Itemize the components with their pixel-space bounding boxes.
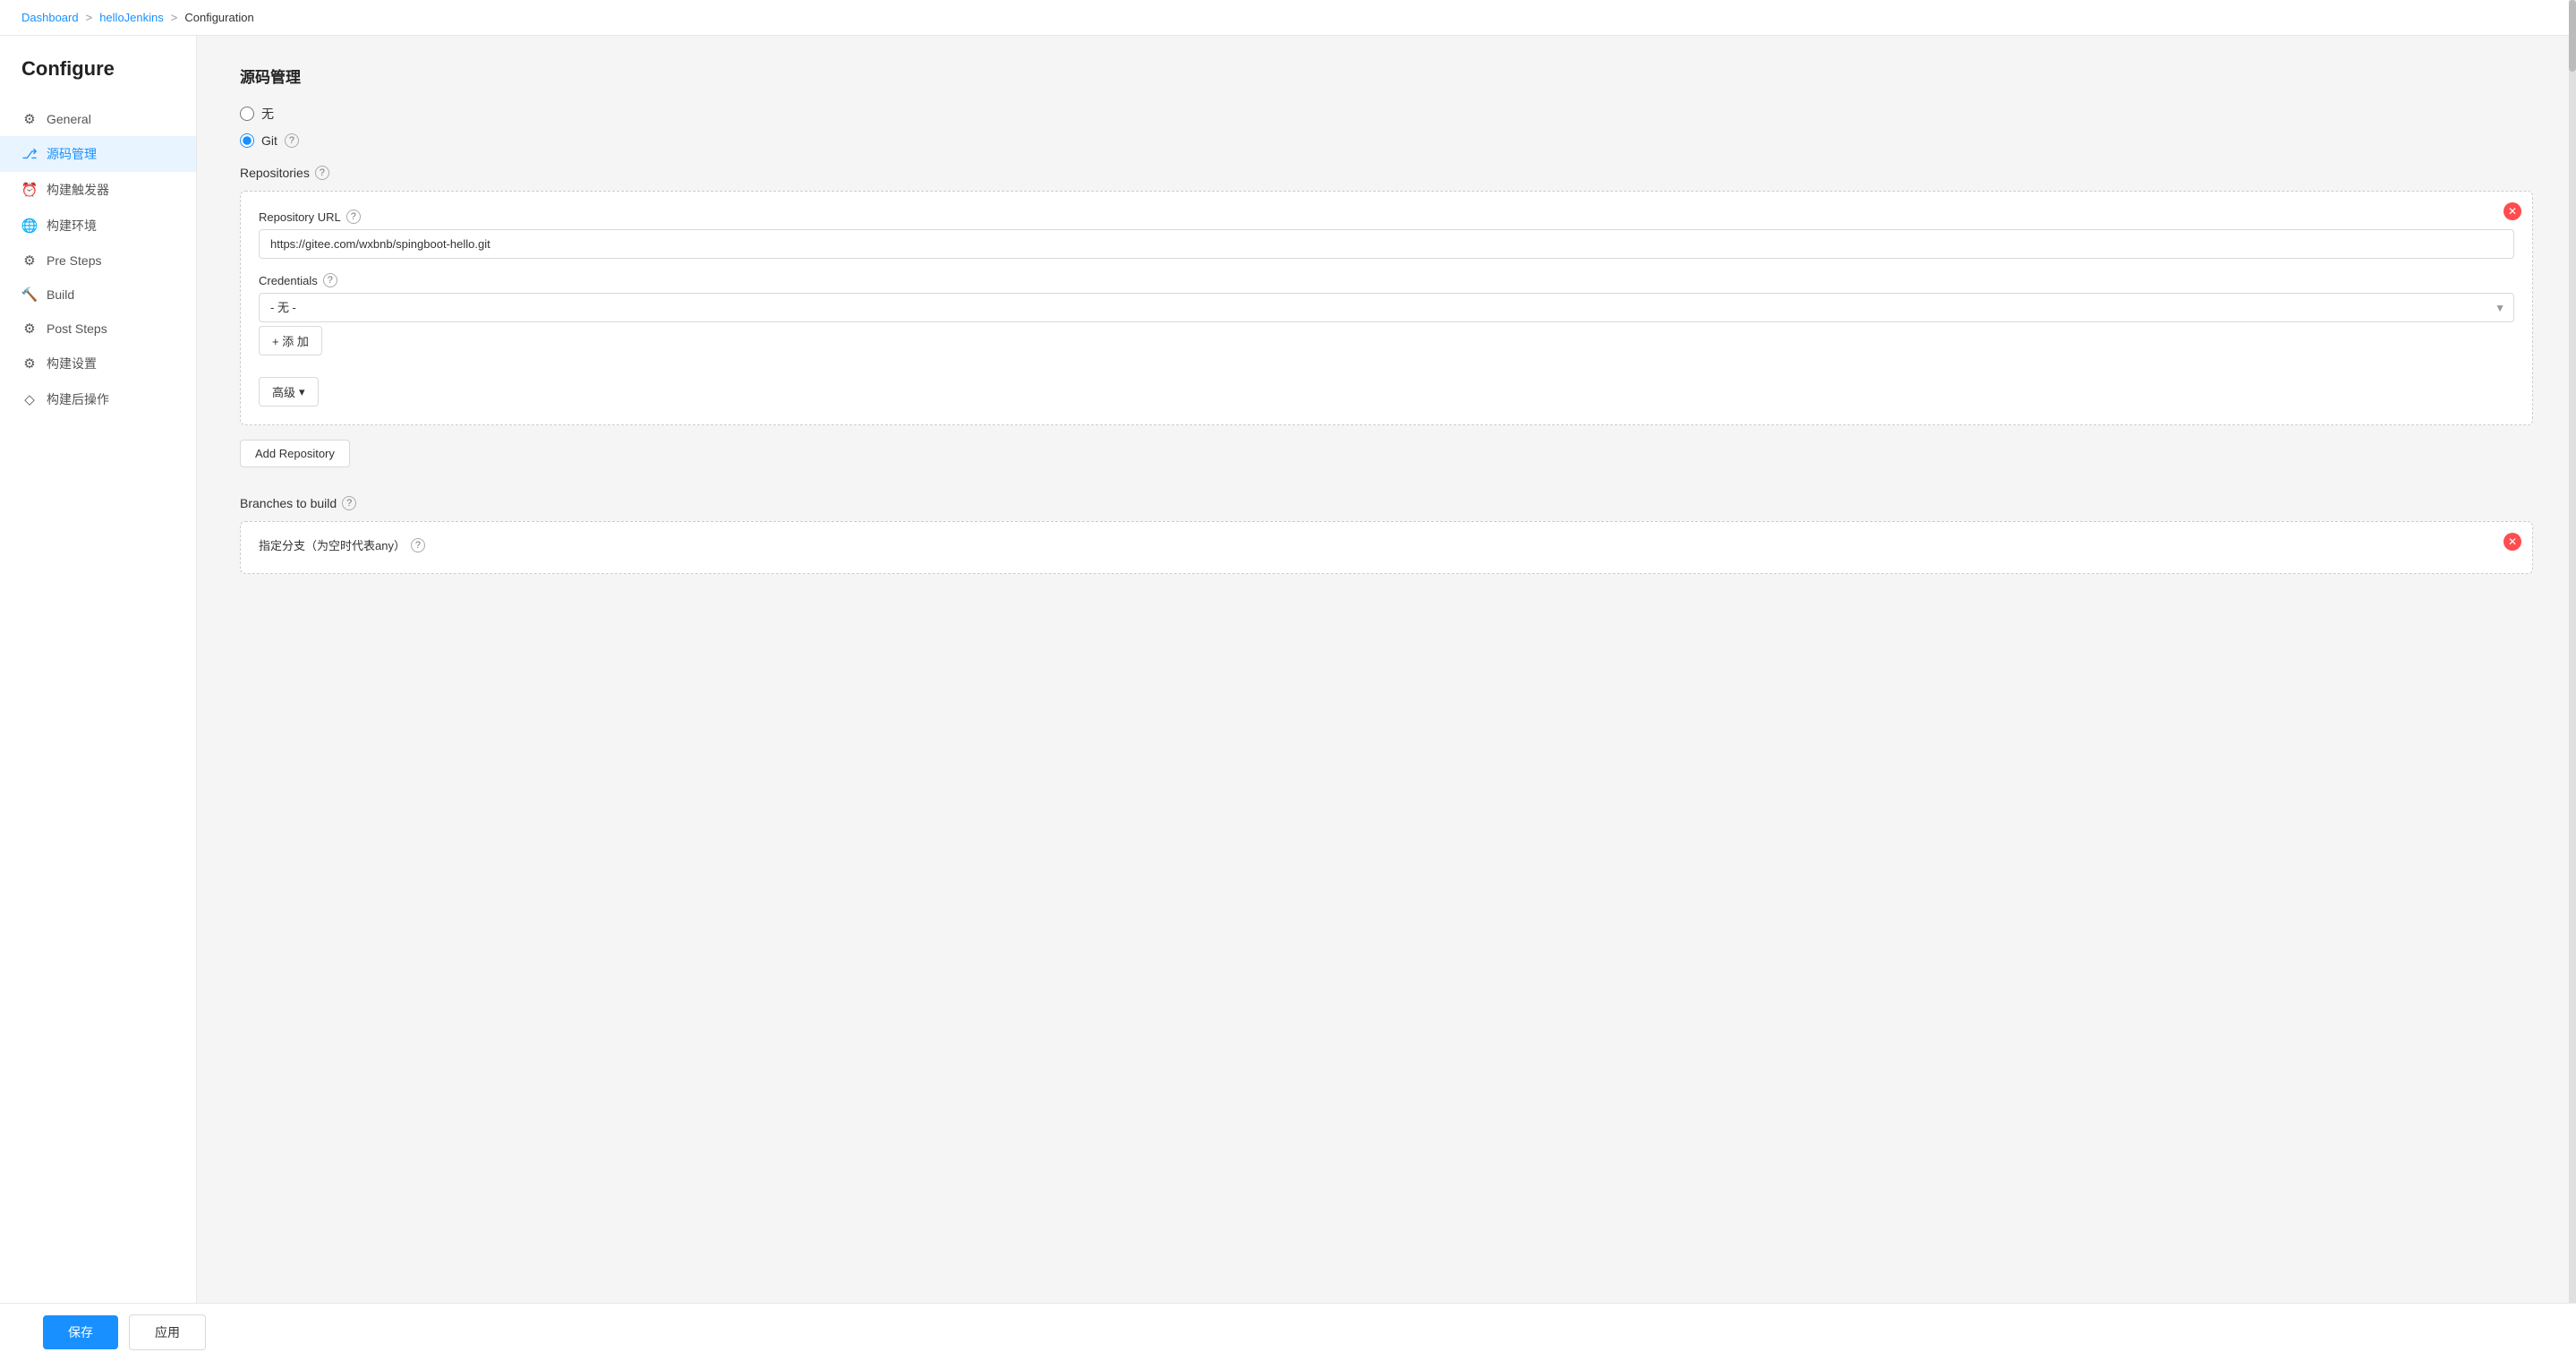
radio-none-label: 无 — [261, 105, 274, 123]
branch-card-close-button[interactable]: ✕ — [2503, 533, 2521, 551]
breadcrumb-project[interactable]: helloJenkins — [99, 11, 164, 24]
sidebar-item-presteps[interactable]: ⚙ Pre Steps — [0, 244, 196, 278]
sidebar-label-poststeps: Post Steps — [47, 321, 107, 336]
credentials-field-group: Credentials ? - 无 - ▼ + 添 加 — [259, 273, 2514, 355]
bottom-bar: 保存 应用 — [0, 1303, 2576, 1361]
radio-option-none[interactable]: 无 — [240, 105, 2533, 123]
repos-help-icon[interactable]: ? — [315, 166, 329, 180]
apply-button[interactable]: 应用 — [129, 1314, 206, 1350]
repositories-label: Repositories ? — [240, 166, 2533, 180]
sidebar-label-postbuild: 构建后操作 — [47, 390, 109, 408]
add-repository-button[interactable]: Add Repository — [240, 440, 350, 467]
repository-url-label: Repository URL ? — [259, 210, 2514, 224]
poststeps-icon: ⚙ — [21, 321, 38, 337]
add-credentials-button[interactable]: + 添 加 — [259, 326, 322, 355]
diamond-icon: ◇ — [21, 391, 38, 407]
repository-url-input[interactable] — [259, 229, 2514, 259]
radio-option-git[interactable]: Git ? — [240, 133, 2533, 148]
sidebar-item-postbuild[interactable]: ◇ 构建后操作 — [0, 381, 196, 417]
breadcrumb-current: Configuration — [184, 11, 253, 24]
repository-card: ✕ Repository URL ? Credentials ? - 无 - — [240, 191, 2533, 425]
branch-card: ✕ 指定分支（为空时代表any） ? — [240, 521, 2533, 574]
repo-card-close-button[interactable]: ✕ — [2503, 202, 2521, 220]
presteps-icon: ⚙ — [21, 253, 38, 269]
clock-icon: ⏰ — [21, 182, 38, 198]
main-content: 源码管理 无 Git ? Repositories ? ✕ Repos — [197, 36, 2576, 1357]
sidebar-item-scm[interactable]: ⎇ 源码管理 — [0, 136, 196, 172]
sidebar-item-env[interactable]: 🌐 构建环境 — [0, 208, 196, 244]
branches-help-icon[interactable]: ? — [342, 496, 356, 510]
sidebar-item-general[interactable]: ⚙ General — [0, 102, 196, 136]
radio-git[interactable] — [240, 133, 254, 148]
breadcrumb-bar: Dashboard > helloJenkins > Configuration — [0, 0, 2576, 36]
scrollbar[interactable] — [2569, 0, 2576, 1361]
sidebar: Configure ⚙ General ⎇ 源码管理 ⏰ 构建触发器 🌐 构建环… — [0, 36, 197, 1357]
scrollbar-thumb[interactable] — [2569, 0, 2576, 72]
credentials-help-icon[interactable]: ? — [323, 273, 337, 287]
breadcrumb-dashboard[interactable]: Dashboard — [21, 11, 79, 24]
sidebar-label-general: General — [47, 112, 91, 126]
branch-icon: ⎇ — [21, 146, 38, 162]
sidebar-item-triggers[interactable]: ⏰ 构建触发器 — [0, 172, 196, 208]
sidebar-label-scm: 源码管理 — [47, 145, 97, 163]
breadcrumb-sep-2: > — [171, 11, 178, 24]
save-button[interactable]: 保存 — [43, 1315, 118, 1349]
branch-field-label: 指定分支（为空时代表any） ? — [259, 536, 2514, 553]
sidebar-item-build[interactable]: 🔨 Build — [0, 278, 196, 312]
repository-url-field-group: Repository URL ? — [259, 210, 2514, 259]
branch-field-help-icon[interactable]: ? — [411, 538, 425, 552]
radio-group-scm: 无 Git ? — [240, 105, 2533, 148]
branches-section: Branches to build ? ✕ 指定分支（为空时代表any） ? — [240, 496, 2533, 574]
chevron-down-icon-advanced: ▾ — [299, 385, 305, 399]
sidebar-item-settings[interactable]: ⚙ 构建设置 — [0, 346, 196, 381]
repo-url-help-icon[interactable]: ? — [346, 210, 361, 224]
git-help-icon[interactable]: ? — [285, 133, 299, 148]
sidebar-item-poststeps[interactable]: ⚙ Post Steps — [0, 312, 196, 346]
settings-icon: ⚙ — [21, 355, 38, 372]
globe-icon: 🌐 — [21, 218, 38, 234]
advanced-label: 高级 — [272, 383, 295, 400]
sidebar-label-env: 构建环境 — [47, 217, 97, 235]
section-title-scm: 源码管理 — [240, 64, 2533, 87]
credentials-select[interactable]: - 无 - — [259, 293, 2514, 322]
sidebar-label-presteps: Pre Steps — [47, 253, 101, 268]
hammer-icon: 🔨 — [21, 287, 38, 303]
advanced-button[interactable]: 高级 ▾ — [259, 377, 319, 407]
breadcrumb-sep-1: > — [86, 11, 93, 24]
gear-icon: ⚙ — [21, 111, 38, 127]
sidebar-label-build: Build — [47, 287, 74, 302]
branches-label: Branches to build ? — [240, 496, 2533, 510]
sidebar-label-settings: 构建设置 — [47, 355, 97, 372]
add-repository-label: Add Repository — [255, 447, 335, 460]
add-credentials-label: + 添 加 — [272, 332, 309, 349]
sidebar-label-triggers: 构建触发器 — [47, 181, 109, 199]
radio-none[interactable] — [240, 107, 254, 121]
credentials-select-wrapper: - 无 - ▼ — [259, 293, 2514, 322]
page-layout: Configure ⚙ General ⎇ 源码管理 ⏰ 构建触发器 🌐 构建环… — [0, 36, 2576, 1357]
credentials-label: Credentials ? — [259, 273, 2514, 287]
radio-git-label: Git — [261, 133, 277, 148]
page-title: Configure — [0, 57, 196, 102]
